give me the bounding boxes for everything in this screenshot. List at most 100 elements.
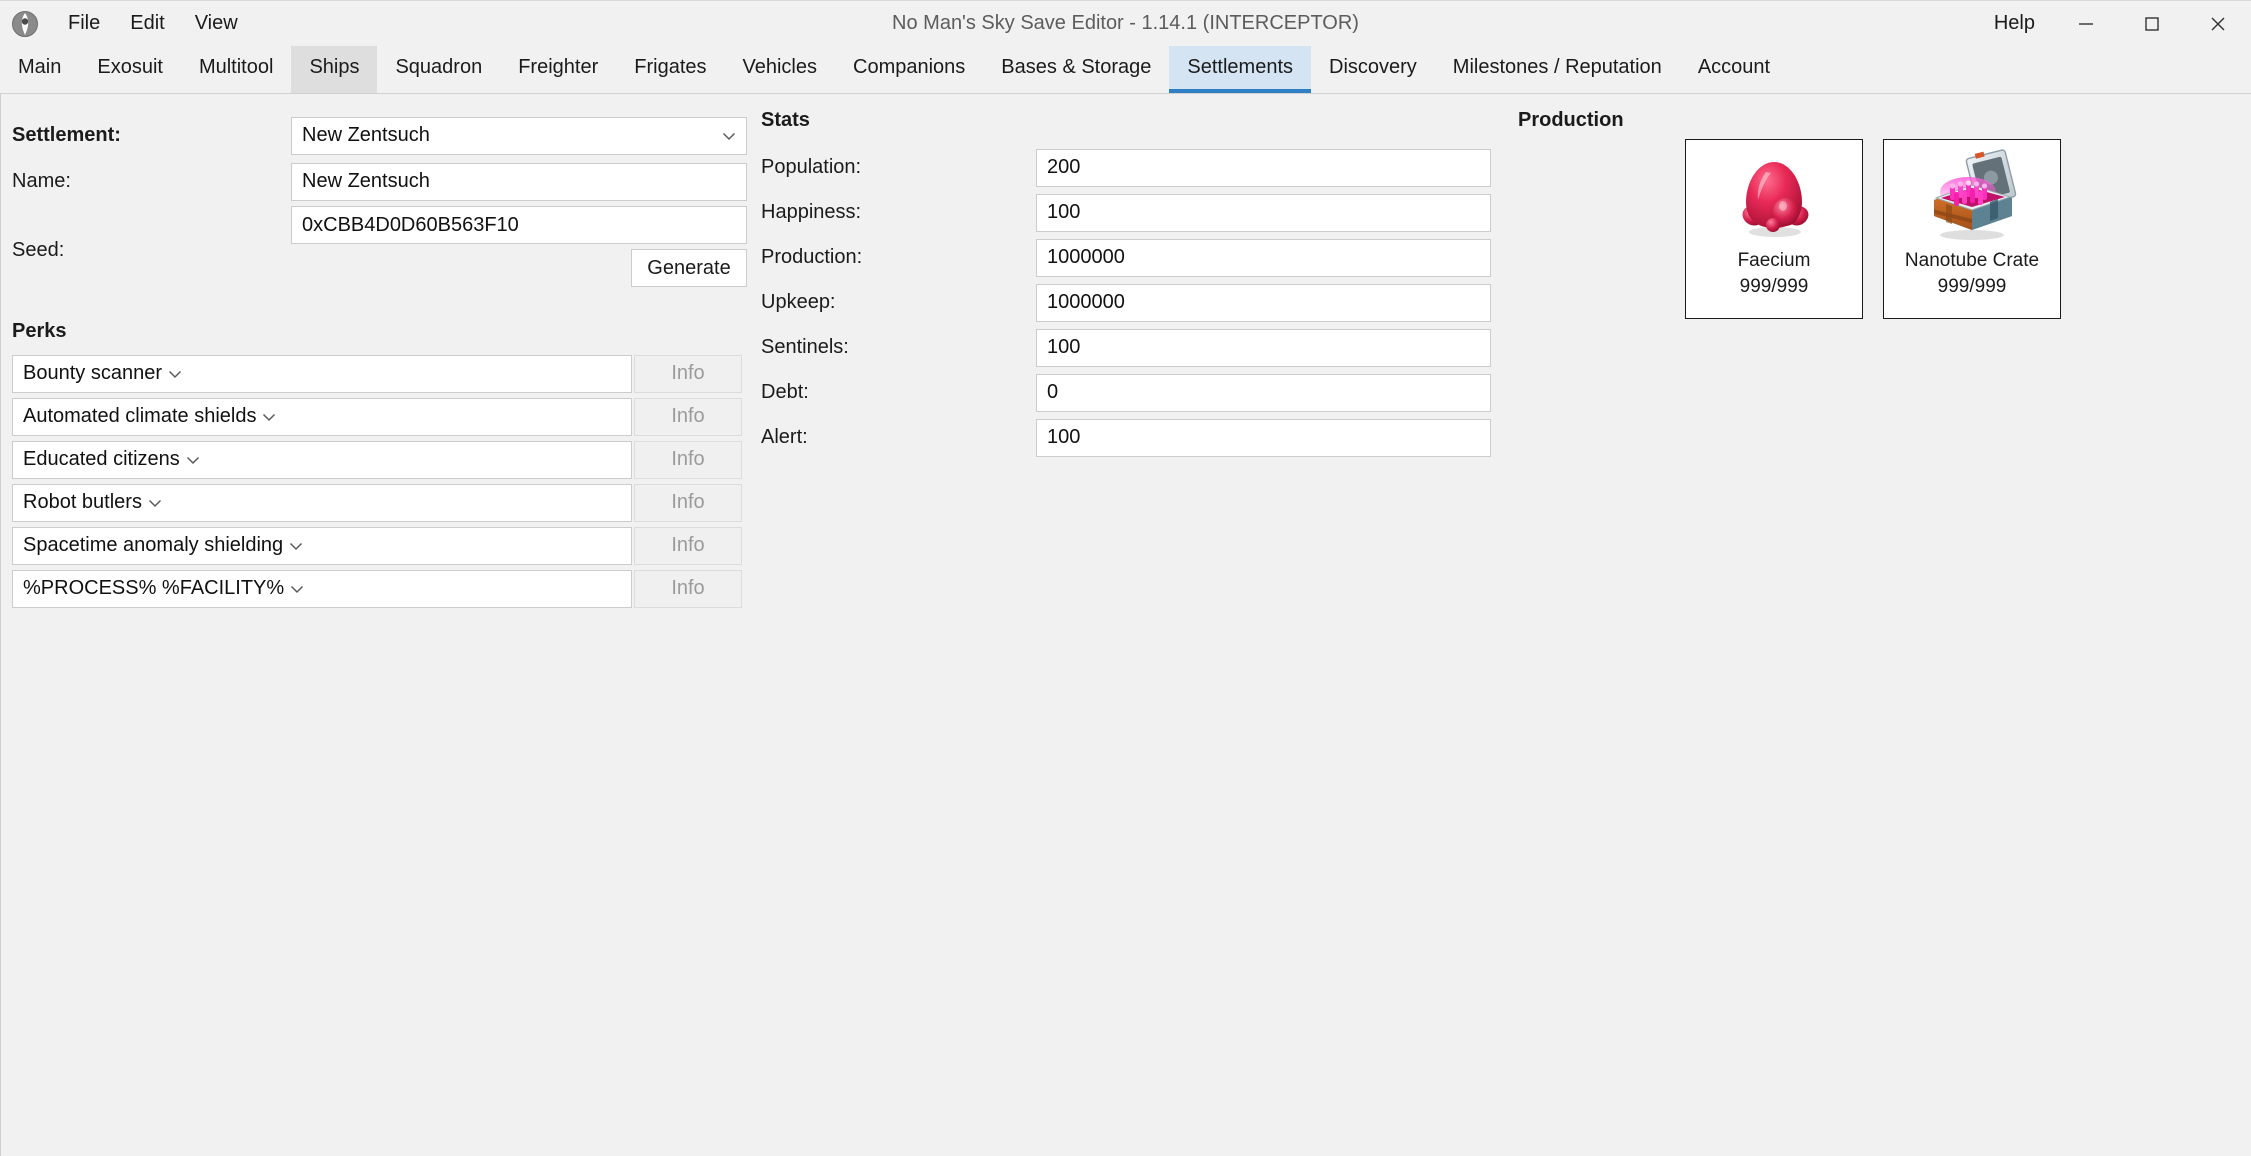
perk-info-button-1[interactable]: Info: [634, 355, 742, 393]
chevron-down-icon: [716, 127, 742, 145]
perk-combobox-1[interactable]: Bounty scanner: [12, 355, 632, 393]
perk-value-3: Educated citizens: [23, 448, 180, 471]
stat-input-sentinels[interactable]: 100: [1036, 329, 1491, 367]
perk-info-button-3[interactable]: Info: [634, 441, 742, 479]
stats-section-title: Stats: [761, 109, 1501, 132]
title-bar: File Edit View No Man's Sky Save Editor …: [0, 0, 2251, 46]
production-item-list: Faecium 999/999: [1685, 139, 2251, 319]
tab-frigates[interactable]: Frigates: [616, 46, 724, 93]
application-window: File Edit View No Man's Sky Save Editor …: [0, 0, 2251, 1156]
perk-combobox-5[interactable]: Spacetime anomaly shielding: [12, 527, 632, 565]
perk-row: %PROCESS% %FACILITY% Info: [12, 567, 761, 610]
close-button[interactable]: [2185, 1, 2251, 46]
stat-input-production[interactable]: 1000000: [1036, 239, 1491, 277]
tab-account[interactable]: Account: [1680, 46, 1788, 93]
stat-label-upkeep: Upkeep:: [761, 291, 1036, 314]
generate-seed-button[interactable]: Generate: [631, 249, 747, 287]
tab-exosuit[interactable]: Exosuit: [79, 46, 181, 93]
nanotube-crate-icon: [1916, 146, 2028, 246]
stat-label-alert: Alert:: [761, 426, 1036, 449]
stat-label-population: Population:: [761, 156, 1036, 179]
chevron-down-icon: [162, 365, 188, 383]
settlement-selector-label: Settlement:: [1, 124, 291, 147]
production-item-nanotube-crate[interactable]: Nanotube Crate 999/999: [1883, 139, 2061, 319]
main-tab-bar: Main Exosuit Multitool Ships Squadron Fr…: [0, 46, 2251, 94]
menu-item-help[interactable]: Help: [1976, 1, 2053, 46]
minimize-icon: [2075, 13, 2097, 35]
stat-value-upkeep: 1000000: [1047, 291, 1125, 314]
perk-info-button-2[interactable]: Info: [634, 398, 742, 436]
stat-input-upkeep[interactable]: 1000000: [1036, 284, 1491, 322]
tab-ships[interactable]: Ships: [291, 46, 377, 93]
stat-row-alert: Alert: 100: [761, 416, 1501, 459]
maximize-icon: [2141, 13, 2163, 35]
perk-value-1: Bounty scanner: [23, 362, 162, 385]
chevron-down-icon: [142, 494, 168, 512]
perk-row: Bounty scanner Info: [12, 352, 761, 395]
stat-value-sentinels: 100: [1047, 336, 1080, 359]
stat-value-debt: 0: [1047, 381, 1058, 404]
settlement-selector-value: New Zentsuch: [302, 124, 716, 147]
stat-label-happiness: Happiness:: [761, 201, 1036, 224]
perk-info-button-5[interactable]: Info: [634, 527, 742, 565]
tab-discovery[interactable]: Discovery: [1311, 46, 1435, 93]
stat-row-debt: Debt: 0: [761, 371, 1501, 414]
perk-info-button-6[interactable]: Info: [634, 570, 742, 608]
perk-value-4: Robot butlers: [23, 491, 142, 514]
menu-item-file[interactable]: File: [53, 1, 115, 46]
perk-combobox-2[interactable]: Automated climate shields: [12, 398, 632, 436]
menu-item-view[interactable]: View: [180, 1, 253, 46]
tab-multitool[interactable]: Multitool: [181, 46, 291, 93]
tab-bases-and-storage[interactable]: Bases & Storage: [983, 46, 1169, 93]
tab-freighter[interactable]: Freighter: [500, 46, 616, 93]
chevron-down-icon: [283, 537, 309, 555]
production-item-faecium[interactable]: Faecium 999/999: [1685, 139, 1863, 319]
stat-input-debt[interactable]: 0: [1036, 374, 1491, 412]
settlement-selector-combobox[interactable]: New Zentsuch: [291, 117, 747, 155]
perk-combobox-4[interactable]: Robot butlers: [12, 484, 632, 522]
production-item-count: 999/999: [1740, 274, 1809, 300]
tab-squadron[interactable]: Squadron: [377, 46, 500, 93]
perk-value-2: Automated climate shields: [23, 405, 256, 428]
stat-row-sentinels: Sentinels: 100: [761, 326, 1501, 369]
stat-input-happiness[interactable]: 100: [1036, 194, 1491, 232]
perk-info-button-4[interactable]: Info: [634, 484, 742, 522]
settlement-name-row: Name: New Zentsuch: [1, 160, 761, 203]
maximize-button[interactable]: [2119, 1, 2185, 46]
tab-companions[interactable]: Companions: [835, 46, 983, 93]
stat-input-population[interactable]: 200: [1036, 149, 1491, 187]
perk-combobox-6[interactable]: %PROCESS% %FACILITY%: [12, 570, 632, 608]
settlement-form: Settlement: New Zentsuch Name: New Zents…: [1, 94, 761, 610]
window-title: No Man's Sky Save Editor - 1.14.1 (INTER…: [0, 1, 2251, 46]
settlement-seed-value: 0xCBB4D0D60B563F10: [302, 214, 736, 237]
settlement-name-label: Name:: [1, 170, 291, 193]
production-item-name: Nanotube Crate: [1905, 248, 2039, 274]
tab-milestones-reputation[interactable]: Milestones / Reputation: [1435, 46, 1680, 93]
settlement-name-value: New Zentsuch: [302, 170, 736, 193]
tab-vehicles[interactable]: Vehicles: [725, 46, 836, 93]
settlements-panel: Settlement: New Zentsuch Name: New Zents…: [0, 94, 2251, 1156]
stat-label-production: Production:: [761, 246, 1036, 269]
stat-row-upkeep: Upkeep: 1000000: [761, 281, 1501, 324]
production-section: Production: [1511, 94, 2251, 319]
perk-value-6: %PROCESS% %FACILITY%: [23, 577, 284, 600]
settlement-seed-input[interactable]: 0xCBB4D0D60B563F10: [291, 206, 747, 244]
chevron-down-icon: [256, 408, 282, 426]
settlement-name-input[interactable]: New Zentsuch: [291, 163, 747, 201]
tab-settlements[interactable]: Settlements: [1169, 46, 1311, 93]
perk-combobox-3[interactable]: Educated citizens: [12, 441, 632, 479]
stat-value-happiness: 100: [1047, 201, 1080, 224]
menu-item-edit[interactable]: Edit: [115, 1, 179, 46]
stat-row-population: Population: 200: [761, 146, 1501, 189]
stat-row-production: Production: 1000000: [761, 236, 1501, 279]
stat-label-debt: Debt:: [761, 381, 1036, 404]
perk-row: Automated climate shields Info: [12, 395, 761, 438]
close-icon: [2207, 13, 2229, 35]
settlement-seed-row: Seed: 0xCBB4D0D60B563F10 Generate: [1, 206, 761, 292]
tab-main[interactable]: Main: [0, 46, 79, 93]
stat-input-alert[interactable]: 100: [1036, 419, 1491, 457]
stat-value-alert: 100: [1047, 426, 1080, 449]
stat-value-production: 1000000: [1047, 246, 1125, 269]
minimize-button[interactable]: [2053, 1, 2119, 46]
production-item-name: Faecium: [1738, 248, 1811, 274]
